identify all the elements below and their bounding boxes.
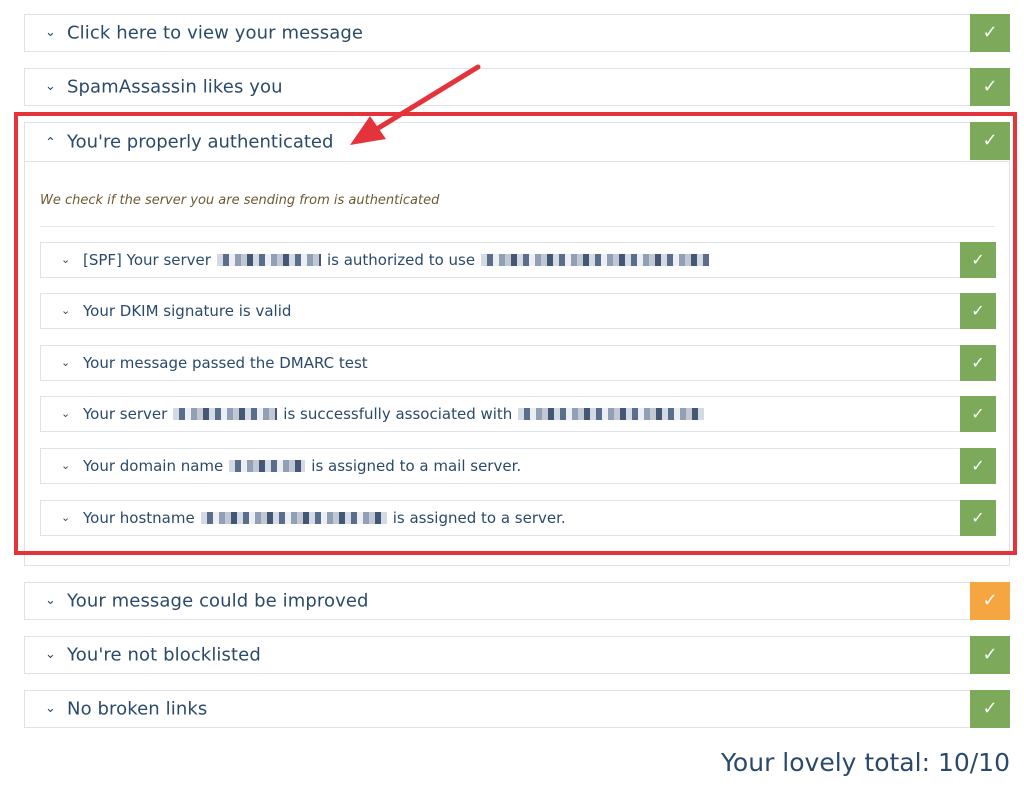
- auth-item-text: Your server is successfully associated w…: [83, 405, 710, 423]
- redacted-value: [216, 254, 321, 266]
- chevron-down-icon: ⌄: [45, 593, 56, 609]
- panel-title: You're not blocklisted: [67, 644, 261, 666]
- auth-item-middle: is assigned to a server.: [392, 509, 566, 527]
- check-icon: ✓: [970, 636, 1010, 674]
- score-total: Your lovely total: 10/10: [720, 748, 1010, 777]
- auth-item-rdns[interactable]: ⌄ Your server is successfully associated…: [40, 396, 996, 432]
- redacted-value: [173, 408, 278, 420]
- check-icon: ✓: [970, 582, 1010, 620]
- auth-item-dmarc[interactable]: ⌄ Your message passed the DMARC test ✓: [40, 345, 996, 381]
- auth-item-middle: is assigned to a mail server.: [311, 457, 522, 475]
- check-icon: ✓: [970, 690, 1010, 728]
- auth-item-hostname[interactable]: ⌄ Your hostname is assigned to a server.…: [40, 500, 996, 536]
- check-icon: ✓: [960, 448, 996, 484]
- check-icon: ✓: [970, 122, 1010, 160]
- auth-item-text: Your hostname is assigned to a server.: [83, 509, 566, 527]
- panel-spamassassin[interactable]: ⌄ SpamAssassin likes you ✓: [24, 68, 1010, 106]
- panel-title: Click here to view your message: [67, 22, 364, 44]
- auth-item-text: Your DKIM signature is valid: [83, 302, 291, 320]
- auth-item-prefix: Your domain name: [83, 457, 224, 475]
- auth-item-middle: is successfully associated with: [283, 405, 513, 423]
- check-icon: ✓: [970, 68, 1010, 106]
- auth-item-middle: is authorized to use: [326, 251, 476, 269]
- panel-message-improved[interactable]: ⌄ Your message could be improved ✓: [24, 582, 1010, 620]
- panel-blocklist[interactable]: ⌄ You're not blocklisted ✓: [24, 636, 1010, 674]
- check-icon: ✓: [960, 396, 996, 432]
- panel-authentication: ⌃ You're properly authenticated ✓ We che…: [24, 122, 1010, 566]
- redacted-value: [518, 408, 705, 420]
- redacted-value: [229, 460, 306, 472]
- panel-title: No broken links: [67, 698, 208, 720]
- chevron-down-icon: ⌄: [45, 647, 56, 663]
- chevron-down-icon: ⌄: [61, 459, 71, 473]
- auth-description: We check if the server you are sending f…: [40, 193, 440, 208]
- auth-item-dkim[interactable]: ⌄ Your DKIM signature is valid ✓: [40, 293, 996, 329]
- chevron-down-icon: ⌄: [45, 701, 56, 717]
- auth-item-text: Your message passed the DMARC test: [83, 354, 368, 372]
- chevron-down-icon: ⌄: [61, 407, 71, 421]
- chevron-down-icon: ⌄: [61, 356, 71, 370]
- check-icon: ✓: [960, 500, 996, 536]
- chevron-down-icon: ⌄: [61, 304, 71, 318]
- auth-item-prefix: Your server: [83, 405, 168, 423]
- chevron-down-icon: ⌄: [45, 25, 56, 41]
- redacted-value: [481, 254, 710, 266]
- check-icon: ✓: [960, 242, 996, 278]
- results-accordion: ⌄ Click here to view your message ✓ ⌄ Sp…: [24, 14, 1010, 744]
- auth-item-prefix: Your DKIM signature is valid: [83, 302, 292, 320]
- divider: [40, 226, 995, 227]
- auth-item-mx[interactable]: ⌄ Your domain name is assigned to a mail…: [40, 448, 996, 484]
- chevron-down-icon: ⌄: [61, 511, 71, 525]
- panel-title: Your message could be improved: [67, 590, 369, 612]
- auth-item-prefix: Your hostname: [83, 509, 195, 527]
- chevron-up-icon: ⌃: [45, 135, 56, 151]
- check-icon: ✓: [970, 14, 1010, 52]
- panel-broken-links[interactable]: ⌄ No broken links ✓: [24, 690, 1010, 728]
- check-icon: ✓: [960, 293, 996, 329]
- panel-title: You're properly authenticated: [67, 131, 334, 153]
- chevron-down-icon: ⌄: [61, 253, 71, 267]
- auth-item-prefix: Your message passed the DMARC test: [83, 354, 368, 372]
- redacted-value: [200, 512, 387, 524]
- auth-item-prefix: [SPF] Your server: [83, 251, 211, 269]
- panel-title: SpamAssassin likes you: [67, 76, 283, 98]
- auth-item-spf[interactable]: ⌄ [SPF] Your server is authorized to use…: [40, 242, 996, 278]
- auth-item-text: [SPF] Your server is authorized to use: [83, 251, 715, 269]
- panel-view-message[interactable]: ⌄ Click here to view your message ✓: [24, 14, 1010, 52]
- check-icon: ✓: [960, 345, 996, 381]
- auth-item-text: Your domain name is assigned to a mail s…: [83, 457, 521, 475]
- panel-authentication-header[interactable]: ⌃ You're properly authenticated ✓: [25, 122, 1010, 162]
- chevron-down-icon: ⌄: [45, 79, 56, 95]
